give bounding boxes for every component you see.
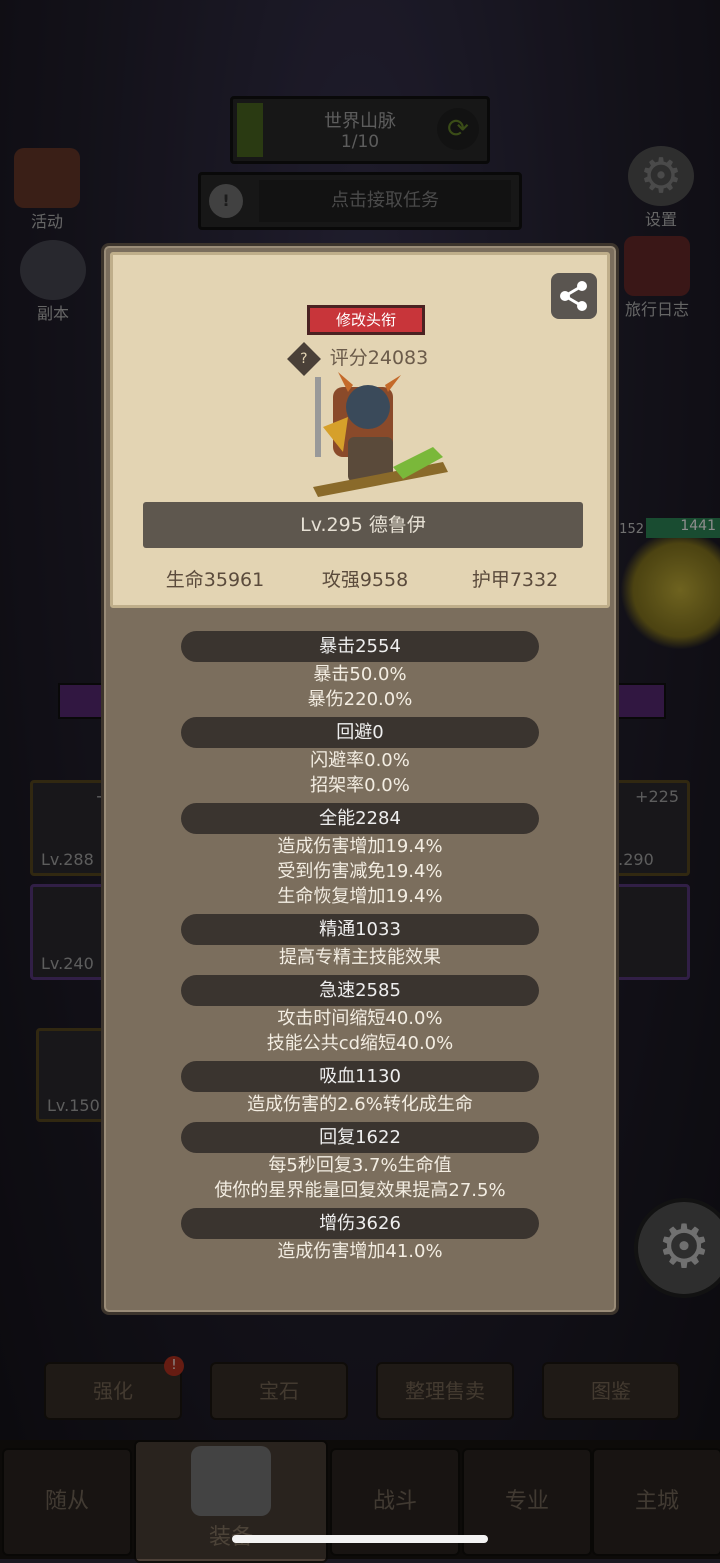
hp-stat: 生命35961 <box>165 569 265 591</box>
stat-detail: 造成伤害的2.6%转化成生命 <box>247 1094 473 1115</box>
stat-header: 全能2284 <box>181 803 539 834</box>
stat-detail: 生命恢复增加19.4% <box>277 886 443 907</box>
share-icon[interactable] <box>551 273 597 319</box>
stat-detail: 闪避率0.0% <box>310 750 410 771</box>
stat-detail: 技能公共cd缩短40.0% <box>266 1033 454 1054</box>
attack-stat: 攻强9558 <box>321 569 409 591</box>
home-indicator[interactable] <box>232 1535 488 1543</box>
stat-header: 暴击2554 <box>181 631 539 662</box>
stat-detail: 攻击时间缩短40.0% <box>277 1008 443 1029</box>
stat-header: 回避0 <box>181 717 539 748</box>
stat-detail: 每5秒回复3.7%生命值 <box>268 1155 452 1176</box>
stat-detail: 使你的星界能量回复效果提高27.5% <box>214 1180 506 1201</box>
stat-header: 精通1033 <box>181 914 539 945</box>
druid-avatar <box>313 372 448 497</box>
secondary-stats: 暴击2554 暴击50.0% 暴伤220.0% 回避0 闪避率0.0% 招架率0.0% 全能… <box>104 631 616 1264</box>
character-stats-panel: 修改头衔 ? 评分24083 Lv.295 德鲁伊 生命35961 攻强9558… <box>101 243 619 1315</box>
character-name: Lv.295 德鲁伊 <box>143 502 583 548</box>
stat-detail: 暴击50.0% <box>313 664 407 685</box>
stat-header: 吸血1130 <box>181 1061 539 1092</box>
stat-detail: 招架率0.0% <box>310 775 410 796</box>
stat-detail: 造成伤害增加41.0% <box>277 1241 443 1262</box>
character-card: 修改头衔 ? 评分24083 Lv.295 德鲁伊 生命35961 攻强9558… <box>110 252 610 608</box>
armor-stat: 护甲7332 <box>471 569 559 591</box>
stat-header: 增伤3626 <box>181 1208 539 1239</box>
stat-detail: 受到伤害减免19.4% <box>277 861 443 882</box>
stat-detail: 造成伤害增加19.4% <box>277 836 443 857</box>
stat-detail: 暴伤220.0% <box>307 689 413 710</box>
change-title-button[interactable]: 修改头衔 <box>307 305 425 335</box>
score-value: 评分24083 <box>329 347 429 369</box>
stat-header: 急速2585 <box>181 975 539 1006</box>
stat-detail: 提高专精主技能效果 <box>279 947 441 968</box>
stat-header: 回复1622 <box>181 1122 539 1153</box>
base-stats: 生命35961 攻强9558 护甲7332 <box>113 565 607 595</box>
